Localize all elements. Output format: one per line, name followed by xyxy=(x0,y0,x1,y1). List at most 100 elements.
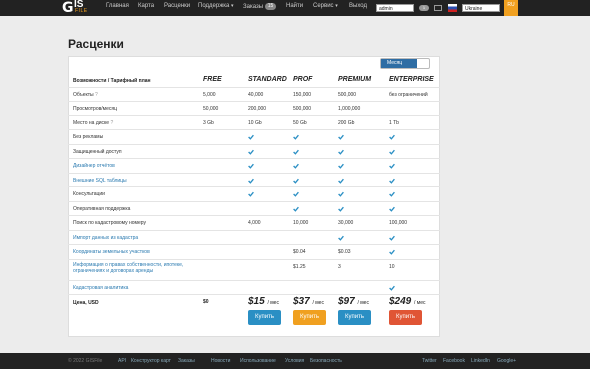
help-icon-wrap: ? xyxy=(109,120,113,126)
footer-link-usage[interactable]: Использование xyxy=(240,358,276,364)
notification-badge[interactable]: 1 xyxy=(419,5,429,11)
feature-label: Объекты ? xyxy=(73,92,98,98)
feature-label: Поиск по кадастровому номеру xyxy=(73,220,146,226)
nav-map[interactable]: Карта xyxy=(138,3,154,9)
help-icon[interactable]: ? xyxy=(95,92,98,98)
plan-header-prof: PROF xyxy=(293,76,313,83)
check-icon xyxy=(389,249,395,255)
nav-orders[interactable]: Заказы 15 xyxy=(243,3,277,10)
caret-down-icon: ▾ xyxy=(335,3,338,9)
price-standard-per: / мес xyxy=(267,300,279,306)
period-toggle[interactable]: Месяц xyxy=(380,58,430,69)
cell-premium: $0.03 xyxy=(338,249,351,255)
table-row: Информация о правах собственности, ипоте… xyxy=(68,259,440,280)
feature-label[interactable]: Координаты земельных участков xyxy=(73,249,150,255)
feature-label[interactable]: Внешние SQL таблицы xyxy=(73,178,127,184)
nav-logout[interactable]: Выход xyxy=(349,3,367,9)
ru-button[interactable]: RU xyxy=(504,0,518,16)
price-prof-per: / мес xyxy=(312,300,324,306)
feature-label[interactable]: Импорт данных из кадастра xyxy=(73,235,138,241)
check-icon xyxy=(389,191,395,197)
logo-g: G xyxy=(62,0,74,16)
cell-enterprise: 100,000 xyxy=(389,220,408,226)
footer-link-orders[interactable]: Заказы xyxy=(178,358,195,364)
check-icon xyxy=(338,178,344,184)
table-row: Внешние SQL таблицы xyxy=(68,173,440,186)
help-icon[interactable]: ? xyxy=(110,120,113,126)
footer-link-security[interactable]: Безопасность xyxy=(310,358,342,364)
check-icon xyxy=(293,191,299,197)
nav-prices[interactable]: Расценки xyxy=(164,3,190,9)
cell-prof: $0.04 xyxy=(293,249,306,255)
cell-prof: $1.25 xyxy=(293,264,306,270)
flag-icon[interactable] xyxy=(448,4,457,12)
language-select-value: Ukraine xyxy=(465,6,483,12)
cell-prof: 10,000 xyxy=(293,220,309,226)
table-row: Дизайнер отчётов xyxy=(68,158,440,173)
cell-free: 5,000 xyxy=(203,92,216,98)
table-row: Оперативная поддержка xyxy=(68,201,440,215)
feature-label[interactable]: Дизайнер отчётов xyxy=(73,163,115,169)
price-enterprise-value: $249 xyxy=(389,296,412,307)
buy-button-standard[interactable]: Купить xyxy=(248,310,281,325)
nav-support[interactable]: Поддержка ▾ xyxy=(198,3,234,9)
check-icon xyxy=(389,163,395,169)
gisfile-logo[interactable]: G IS FILE xyxy=(62,0,96,16)
cell-free: 50,000 xyxy=(203,106,219,112)
check-icon xyxy=(389,235,395,241)
feature-label-text: Объекты xyxy=(73,92,94,98)
check-icon xyxy=(389,149,395,155)
check-icon xyxy=(248,134,254,140)
footer-link-api[interactable]: API xyxy=(118,358,126,364)
price-premium: $97 / мес xyxy=(338,296,369,307)
feature-label[interactable]: Кадастровая аналитика xyxy=(73,285,128,291)
feature-label-text: Поиск по кадастровому номеру xyxy=(73,220,146,226)
check-icon xyxy=(293,134,299,140)
cell-premium: 200 Gb xyxy=(338,120,355,126)
cell-prof: 500,000 xyxy=(293,106,312,112)
footer-link-facebook[interactable]: Facebook xyxy=(443,358,465,364)
plan-header-standard: STANDARD xyxy=(248,76,287,83)
cell-premium: 500,000 xyxy=(338,92,357,98)
nav-service-label: Сервис xyxy=(313,3,334,9)
price-premium-per: / мес xyxy=(357,300,369,306)
feature-label[interactable]: Информация о правах собственности, ипоте… xyxy=(73,262,183,274)
user-input[interactable]: admin xyxy=(376,4,414,12)
plan-header-free: FREE xyxy=(203,76,222,83)
feature-label-text: Защищенный доступ xyxy=(73,149,122,155)
buy-button-premium[interactable]: Купить xyxy=(338,310,371,325)
feature-label: Консультации xyxy=(73,191,105,197)
nav-service[interactable]: Сервис ▾ xyxy=(313,3,338,9)
footer-link-terms[interactable]: Условия xyxy=(285,358,304,364)
nav-home[interactable]: Главная xyxy=(106,3,129,9)
language-select[interactable]: Ukraine xyxy=(462,4,500,12)
price-enterprise: $249 / мес xyxy=(389,296,426,307)
plan-header-enterprise: ENTERPRISE xyxy=(389,76,434,83)
footer-link-news[interactable]: Новости xyxy=(211,358,230,364)
period-toggle-month[interactable]: Месяц xyxy=(381,59,417,68)
table-row: Импорт данных из кадастра xyxy=(68,230,440,244)
check-icon xyxy=(293,206,299,212)
footer-link-linkedin[interactable]: LinkedIn xyxy=(471,358,490,364)
cell-enterprise: 1 Tb xyxy=(389,120,399,126)
check-icon xyxy=(248,191,254,197)
table-row: Место на диске ? 3 Gb 10 Gb 50 Gb 200 Gb 1 Tb xyxy=(68,115,440,129)
check-icon xyxy=(389,134,395,140)
check-icon xyxy=(338,134,344,140)
cell-standard: 200,000 xyxy=(248,106,267,112)
footer-link-twitter[interactable]: Twitter xyxy=(422,358,437,364)
feature-label-text: Место на диске xyxy=(73,120,110,126)
buy-button-prof[interactable]: Купить xyxy=(293,310,326,325)
check-icon xyxy=(389,285,395,291)
buy-button-enterprise[interactable]: Купить xyxy=(389,310,422,325)
check-icon xyxy=(338,235,344,241)
price-standard-value: $15 xyxy=(248,296,265,307)
cell-enterprise: без ограничений xyxy=(389,92,428,98)
mail-icon[interactable] xyxy=(434,5,442,11)
footer-link-google[interactable]: Google+ xyxy=(497,358,516,364)
cell-prof: 50 Gb xyxy=(293,120,307,126)
price-prof: $37 / мес xyxy=(293,296,324,307)
feature-label: Оперативная поддержка xyxy=(73,206,130,212)
footer-link-map-builder[interactable]: Конструктор карт xyxy=(131,358,171,364)
nav-find[interactable]: Найти xyxy=(286,3,303,9)
